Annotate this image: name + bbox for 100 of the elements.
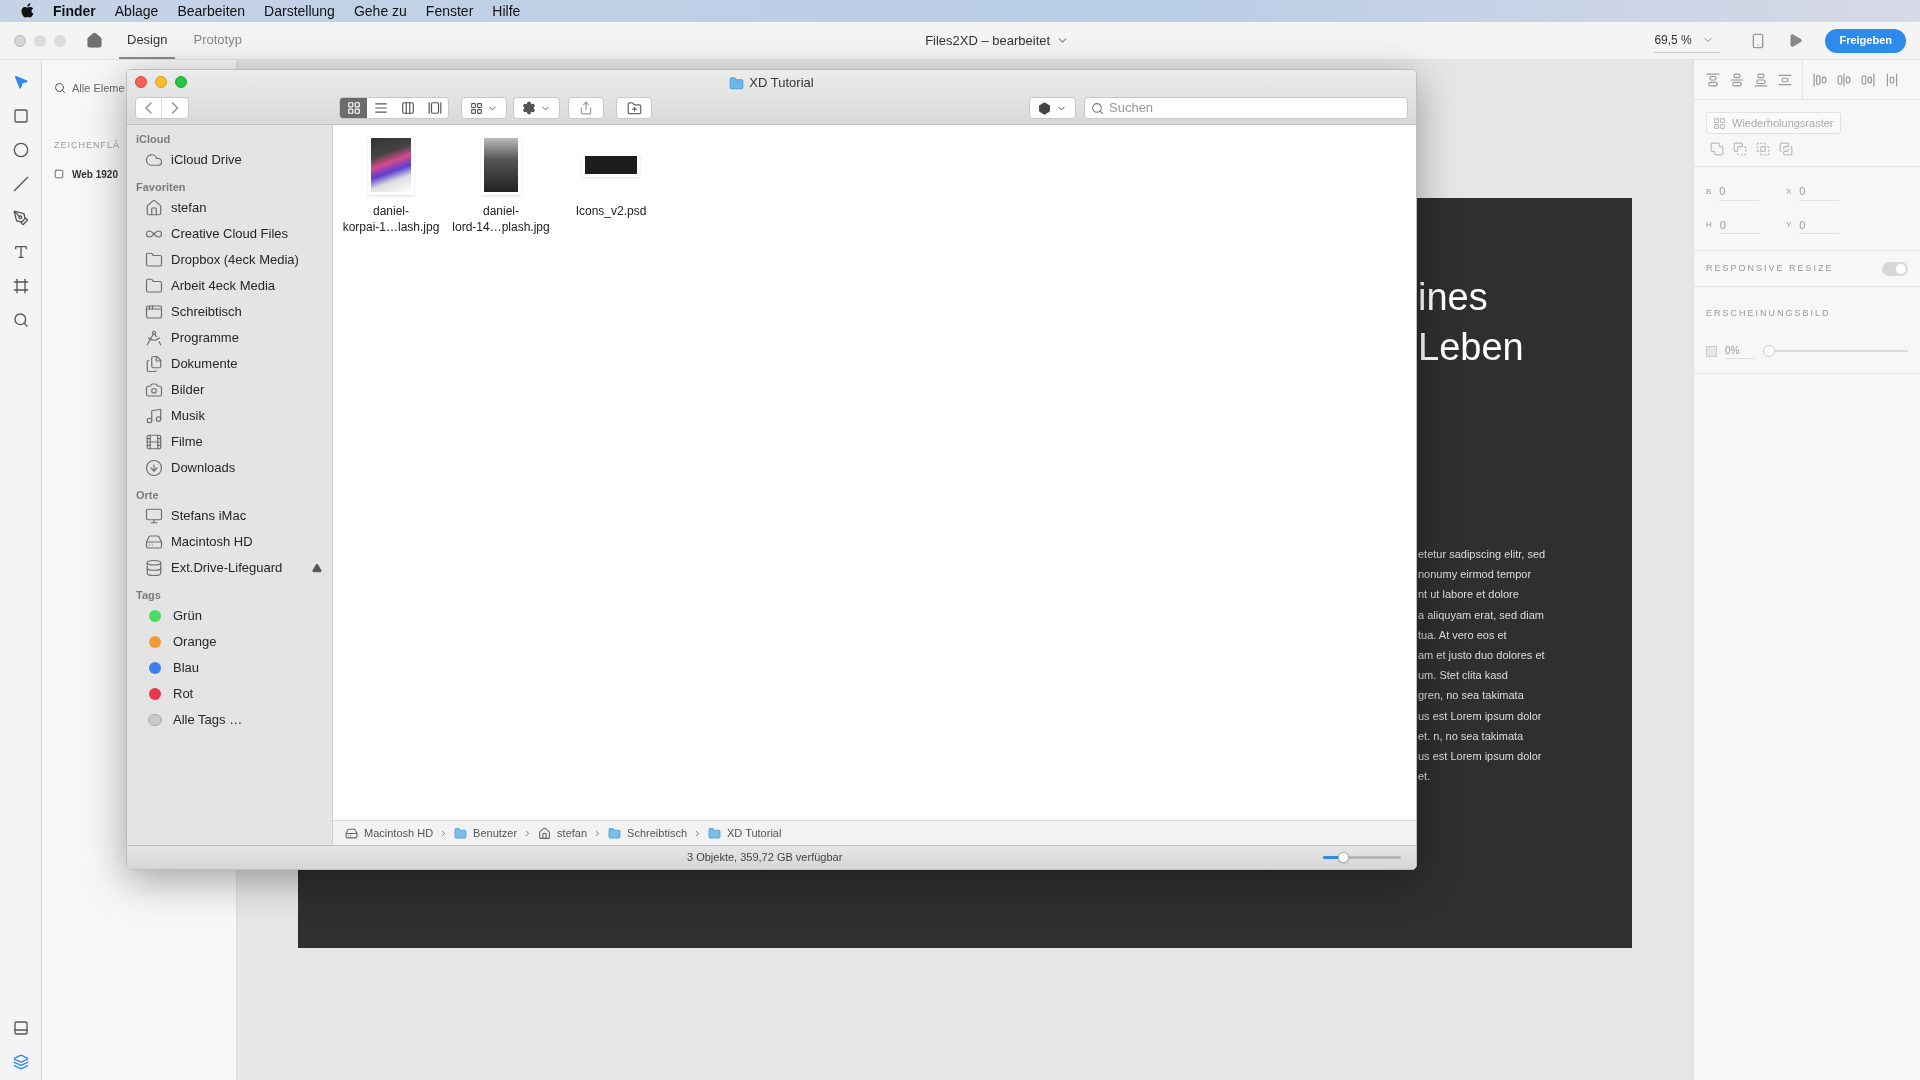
eject-icon[interactable] xyxy=(312,563,322,573)
align-top-icon[interactable] xyxy=(1706,72,1720,87)
layer-item[interactable]: Web 1920 xyxy=(72,166,118,182)
sidebar-item[interactable]: Dokumente xyxy=(171,354,238,374)
artboard-text-line: nonumy eirmod tempor xyxy=(1418,567,1533,583)
sidebar-item[interactable]: Alle Tags … xyxy=(173,710,243,730)
menu-item[interactable]: Darstellung xyxy=(264,0,335,22)
sidebar-item[interactable]: Rot xyxy=(173,684,194,704)
home-icon xyxy=(145,199,163,217)
distribute-icon[interactable] xyxy=(1778,72,1792,87)
sidebar-item[interactable]: Arbeit 4eck Media xyxy=(171,276,276,296)
document-title[interactable]: Files2XD – bearbeitet xyxy=(925,30,1051,51)
menu-item[interactable]: Gehe zu xyxy=(353,0,407,22)
sidebar-item[interactable]: Programme xyxy=(171,328,239,348)
sidebar-item[interactable]: Musik xyxy=(171,406,205,426)
share-button[interactable] xyxy=(568,97,604,119)
status-text: 3 Objekte, 359,72 GB verfügbar xyxy=(687,850,843,866)
zoom-tool-icon[interactable] xyxy=(12,312,29,328)
exclude-icon[interactable] xyxy=(1779,142,1793,156)
rectangle-tool-icon[interactable] xyxy=(12,108,29,124)
camera-icon xyxy=(145,381,163,399)
action-dropdown[interactable] xyxy=(513,97,560,119)
sidebar-item[interactable]: Bilder xyxy=(171,380,205,400)
intersect-icon[interactable] xyxy=(1756,142,1770,156)
sidebar-item[interactable]: iCloud Drive xyxy=(171,150,242,170)
compass-icon xyxy=(145,329,163,347)
sidebar-item[interactable]: Macintosh HD xyxy=(171,532,253,552)
grid-icon xyxy=(470,101,483,115)
zoom-level[interactable]: 69,5 % xyxy=(1654,31,1692,49)
text-tool-icon[interactable] xyxy=(12,244,29,260)
file-item[interactable]: daniel- lord-14…plash.jpg xyxy=(451,135,551,235)
zoom-button[interactable] xyxy=(175,76,187,88)
path-item[interactable]: XD Tutorial xyxy=(727,824,782,842)
sidebar-item[interactable]: Ext.Drive-Lifeguard xyxy=(171,558,283,578)
view-mode-button[interactable] xyxy=(367,98,394,118)
folder-icon xyxy=(454,826,468,840)
ellipse-tool-icon[interactable] xyxy=(12,142,29,158)
sidebar-item[interactable]: Grün xyxy=(173,606,202,626)
align-right-icon[interactable] xyxy=(1861,72,1875,87)
new-folder-button[interactable] xyxy=(616,97,652,119)
monitor-icon xyxy=(145,507,163,525)
field-label: X xyxy=(1786,185,1792,198)
artboard-text-line: gren, no sea takimata xyxy=(1418,688,1525,704)
sidebar-item[interactable]: Orange xyxy=(173,632,217,652)
path-item[interactable]: Macintosh HD xyxy=(364,824,434,842)
play-icon[interactable] xyxy=(1788,33,1804,48)
sidebar-item[interactable]: Creative Cloud Files xyxy=(171,224,289,244)
sidebar-item[interactable]: Filme xyxy=(171,432,203,452)
union-icon[interactable] xyxy=(1710,142,1724,156)
group-dropdown[interactable] xyxy=(461,97,507,119)
view-mode-button[interactable] xyxy=(340,98,367,118)
home-icon[interactable] xyxy=(86,32,103,49)
menu-item[interactable]: Ablage xyxy=(114,0,159,22)
folder-icon xyxy=(608,826,622,840)
new-folder-icon xyxy=(626,100,642,116)
search-field[interactable]: Alle Eleme xyxy=(72,80,125,97)
opacity-slider[interactable] xyxy=(1763,345,1908,357)
distribute-icon[interactable] xyxy=(1885,72,1899,87)
line-tool-icon[interactable] xyxy=(12,176,29,192)
sidebar-item[interactable]: Stefans iMac xyxy=(171,506,247,526)
pen-tool-icon[interactable] xyxy=(12,210,29,226)
sidebar-item[interactable]: Dropbox (4eck Media) xyxy=(171,250,299,270)
align-bottom-icon[interactable] xyxy=(1754,72,1768,87)
apple-logo-icon[interactable] xyxy=(20,3,34,19)
align-center-icon[interactable] xyxy=(1837,72,1851,87)
slider-thumb[interactable] xyxy=(1337,852,1349,863)
path-item[interactable]: stefan xyxy=(557,824,588,842)
path-item[interactable]: Benutzer xyxy=(473,824,518,842)
sidebar-heading: Orte xyxy=(136,487,159,503)
sidebar-heading: Tags xyxy=(136,587,161,603)
align-left-icon[interactable] xyxy=(1813,72,1827,87)
artboard-text-line: us est Lorem ipsum dolor xyxy=(1418,749,1543,765)
menu-app-name[interactable]: Finder xyxy=(53,0,96,22)
folder-icon xyxy=(145,277,163,295)
file-item[interactable]: daniel- korpai-1…lash.jpg xyxy=(341,135,441,235)
panel-icon[interactable] xyxy=(12,1020,29,1036)
layers-icon[interactable] xyxy=(12,1054,29,1070)
sidebar-item[interactable]: stefan xyxy=(171,198,207,218)
minimize-button[interactable] xyxy=(155,76,167,88)
close-button[interactable] xyxy=(135,76,147,88)
view-mode-button[interactable] xyxy=(421,98,448,118)
sidebar-item[interactable]: Schreibtisch xyxy=(171,302,242,322)
drive-icon xyxy=(145,559,163,577)
folder-icon xyxy=(708,826,721,840)
dropbox-dropdown[interactable] xyxy=(1029,97,1076,119)
path-item[interactable]: Schreibtisch xyxy=(627,824,687,842)
menu-item[interactable]: Hilfe xyxy=(492,0,521,22)
artboard-tool-icon[interactable] xyxy=(12,278,29,294)
select-tool-icon[interactable] xyxy=(12,74,29,90)
window-control[interactable] xyxy=(14,34,26,47)
menu-item[interactable]: Bearbeiten xyxy=(177,0,246,22)
file-name: korpai-1…lash.jpg xyxy=(342,219,440,235)
subtract-icon[interactable] xyxy=(1733,142,1747,156)
sidebar-heading: Favoriten xyxy=(136,179,186,195)
menu-item[interactable]: Fenster xyxy=(425,0,474,22)
file-item[interactable]: Icons_v2.psd xyxy=(561,135,661,219)
toggle-switch[interactable] xyxy=(1882,261,1908,276)
align-middle-icon[interactable] xyxy=(1730,72,1744,87)
sidebar-item[interactable]: Downloads xyxy=(171,458,236,478)
sidebar-item[interactable]: Blau xyxy=(173,658,200,678)
